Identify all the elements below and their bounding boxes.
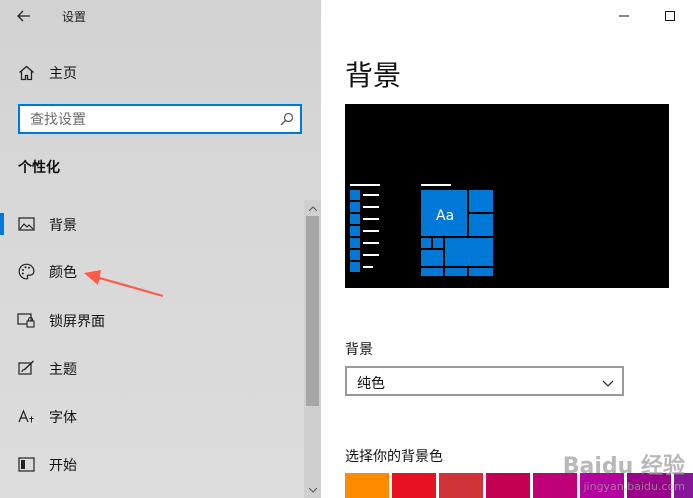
background-label: 背景 (345, 342, 373, 358)
back-arrow-icon (17, 10, 30, 22)
preview-tile (469, 268, 493, 276)
scroll-thumb[interactable] (306, 216, 319, 406)
sidebar-item-fonts[interactable]: 字体 (0, 398, 300, 434)
watermark-url: jingyan.baidu.com (583, 480, 685, 493)
preview-tile (421, 268, 443, 276)
theme-brush-icon (17, 359, 35, 377)
sidebar-scrollbar[interactable] (304, 200, 321, 498)
home-icon (19, 65, 34, 81)
background-preview: Aa (345, 104, 669, 288)
palette-icon (17, 262, 35, 280)
preview-tile (433, 238, 443, 248)
chevron-up-icon (308, 205, 317, 211)
dropdown-value: 纯色 (357, 376, 385, 392)
chevron-down-icon (602, 373, 614, 392)
preview-list-icon (350, 202, 360, 212)
settings-main-pane: 背景 Aa 背景 纯色 选择你的背景色 Baidu 经验 jingyan.bai… (321, 0, 693, 498)
settings-sidebar: 设置 主页 个性化 背景 颜色 (0, 0, 321, 498)
search-icon[interactable] (280, 111, 294, 130)
start-menu-icon (17, 455, 35, 473)
preview-tile (469, 214, 493, 236)
sidebar-item-label: 背景 (49, 218, 77, 234)
color-swatch[interactable] (439, 473, 483, 498)
sidebar-item-start[interactable]: 开始 (0, 446, 300, 482)
search-box[interactable] (18, 104, 302, 134)
sidebar-item-label: 锁屏界面 (49, 314, 105, 330)
image-icon (17, 215, 35, 233)
preview-tile (421, 238, 431, 248)
preview-list-icon (350, 214, 360, 224)
preview-tile (445, 238, 493, 266)
preview-list-icon (350, 238, 360, 248)
watermark-text: Baidu 经验 (562, 454, 685, 479)
sidebar-item-background[interactable]: 背景 (0, 206, 300, 242)
sidebar-item-label: 颜色 (49, 265, 77, 281)
preview-tile-large: Aa (421, 190, 467, 236)
preview-tile (469, 190, 493, 212)
lock-screen-icon (17, 311, 35, 329)
sidebar-item-label: 字体 (49, 410, 77, 426)
minimize-icon (619, 15, 629, 17)
preview-list-bar (363, 254, 379, 256)
color-swatch[interactable] (486, 473, 530, 498)
watermark: Baidu 经验 jingyan.baidu.com (562, 454, 685, 493)
chevron-down-icon (308, 487, 317, 493)
section-title: 个性化 (18, 160, 60, 176)
back-button[interactable] (12, 6, 36, 26)
preview-list-icon (350, 226, 360, 236)
font-icon (17, 407, 35, 425)
preview-list-icon (350, 190, 360, 200)
sidebar-item-themes[interactable]: 主题 (0, 350, 300, 386)
app-title: 设置 (62, 10, 87, 24)
preview-tile-text: Aa (436, 208, 455, 224)
preview-list-bar (363, 266, 373, 268)
preview-list-bar (363, 230, 379, 232)
maximize-button[interactable] (647, 0, 693, 32)
sidebar-item-label: 开始 (49, 458, 77, 474)
color-swatch[interactable] (392, 473, 436, 498)
scroll-down-button[interactable] (304, 482, 321, 498)
preview-list-icon (350, 250, 360, 260)
preview-tiles-header (421, 184, 451, 186)
search-input[interactable] (28, 110, 277, 130)
preview-tile (445, 268, 467, 276)
scroll-up-button[interactable] (304, 200, 321, 216)
home-nav-item[interactable]: 主页 (18, 63, 77, 83)
preview-list-bar (363, 206, 379, 208)
page-title: 背景 (345, 59, 402, 92)
background-type-dropdown[interactable]: 纯色 (345, 366, 624, 396)
maximize-icon (665, 11, 675, 21)
sidebar-item-label: 主题 (49, 362, 77, 378)
preview-list-bar (363, 218, 379, 220)
color-swatch[interactable] (345, 473, 389, 498)
title-bar: 设置 (0, 0, 321, 32)
choose-color-label: 选择你的背景色 (345, 449, 443, 465)
preview-tile (421, 250, 443, 266)
sidebar-item-lock-screen[interactable]: 锁屏界面 (0, 302, 300, 338)
preview-list-bar (363, 194, 379, 196)
window-controls (601, 0, 693, 32)
preview-list-icon (350, 262, 360, 272)
preview-list-bar (350, 184, 380, 186)
home-label: 主页 (49, 66, 77, 82)
sidebar-item-colors[interactable]: 颜色 (0, 253, 300, 289)
minimize-button[interactable] (601, 0, 647, 32)
preview-list-bar (363, 242, 379, 244)
